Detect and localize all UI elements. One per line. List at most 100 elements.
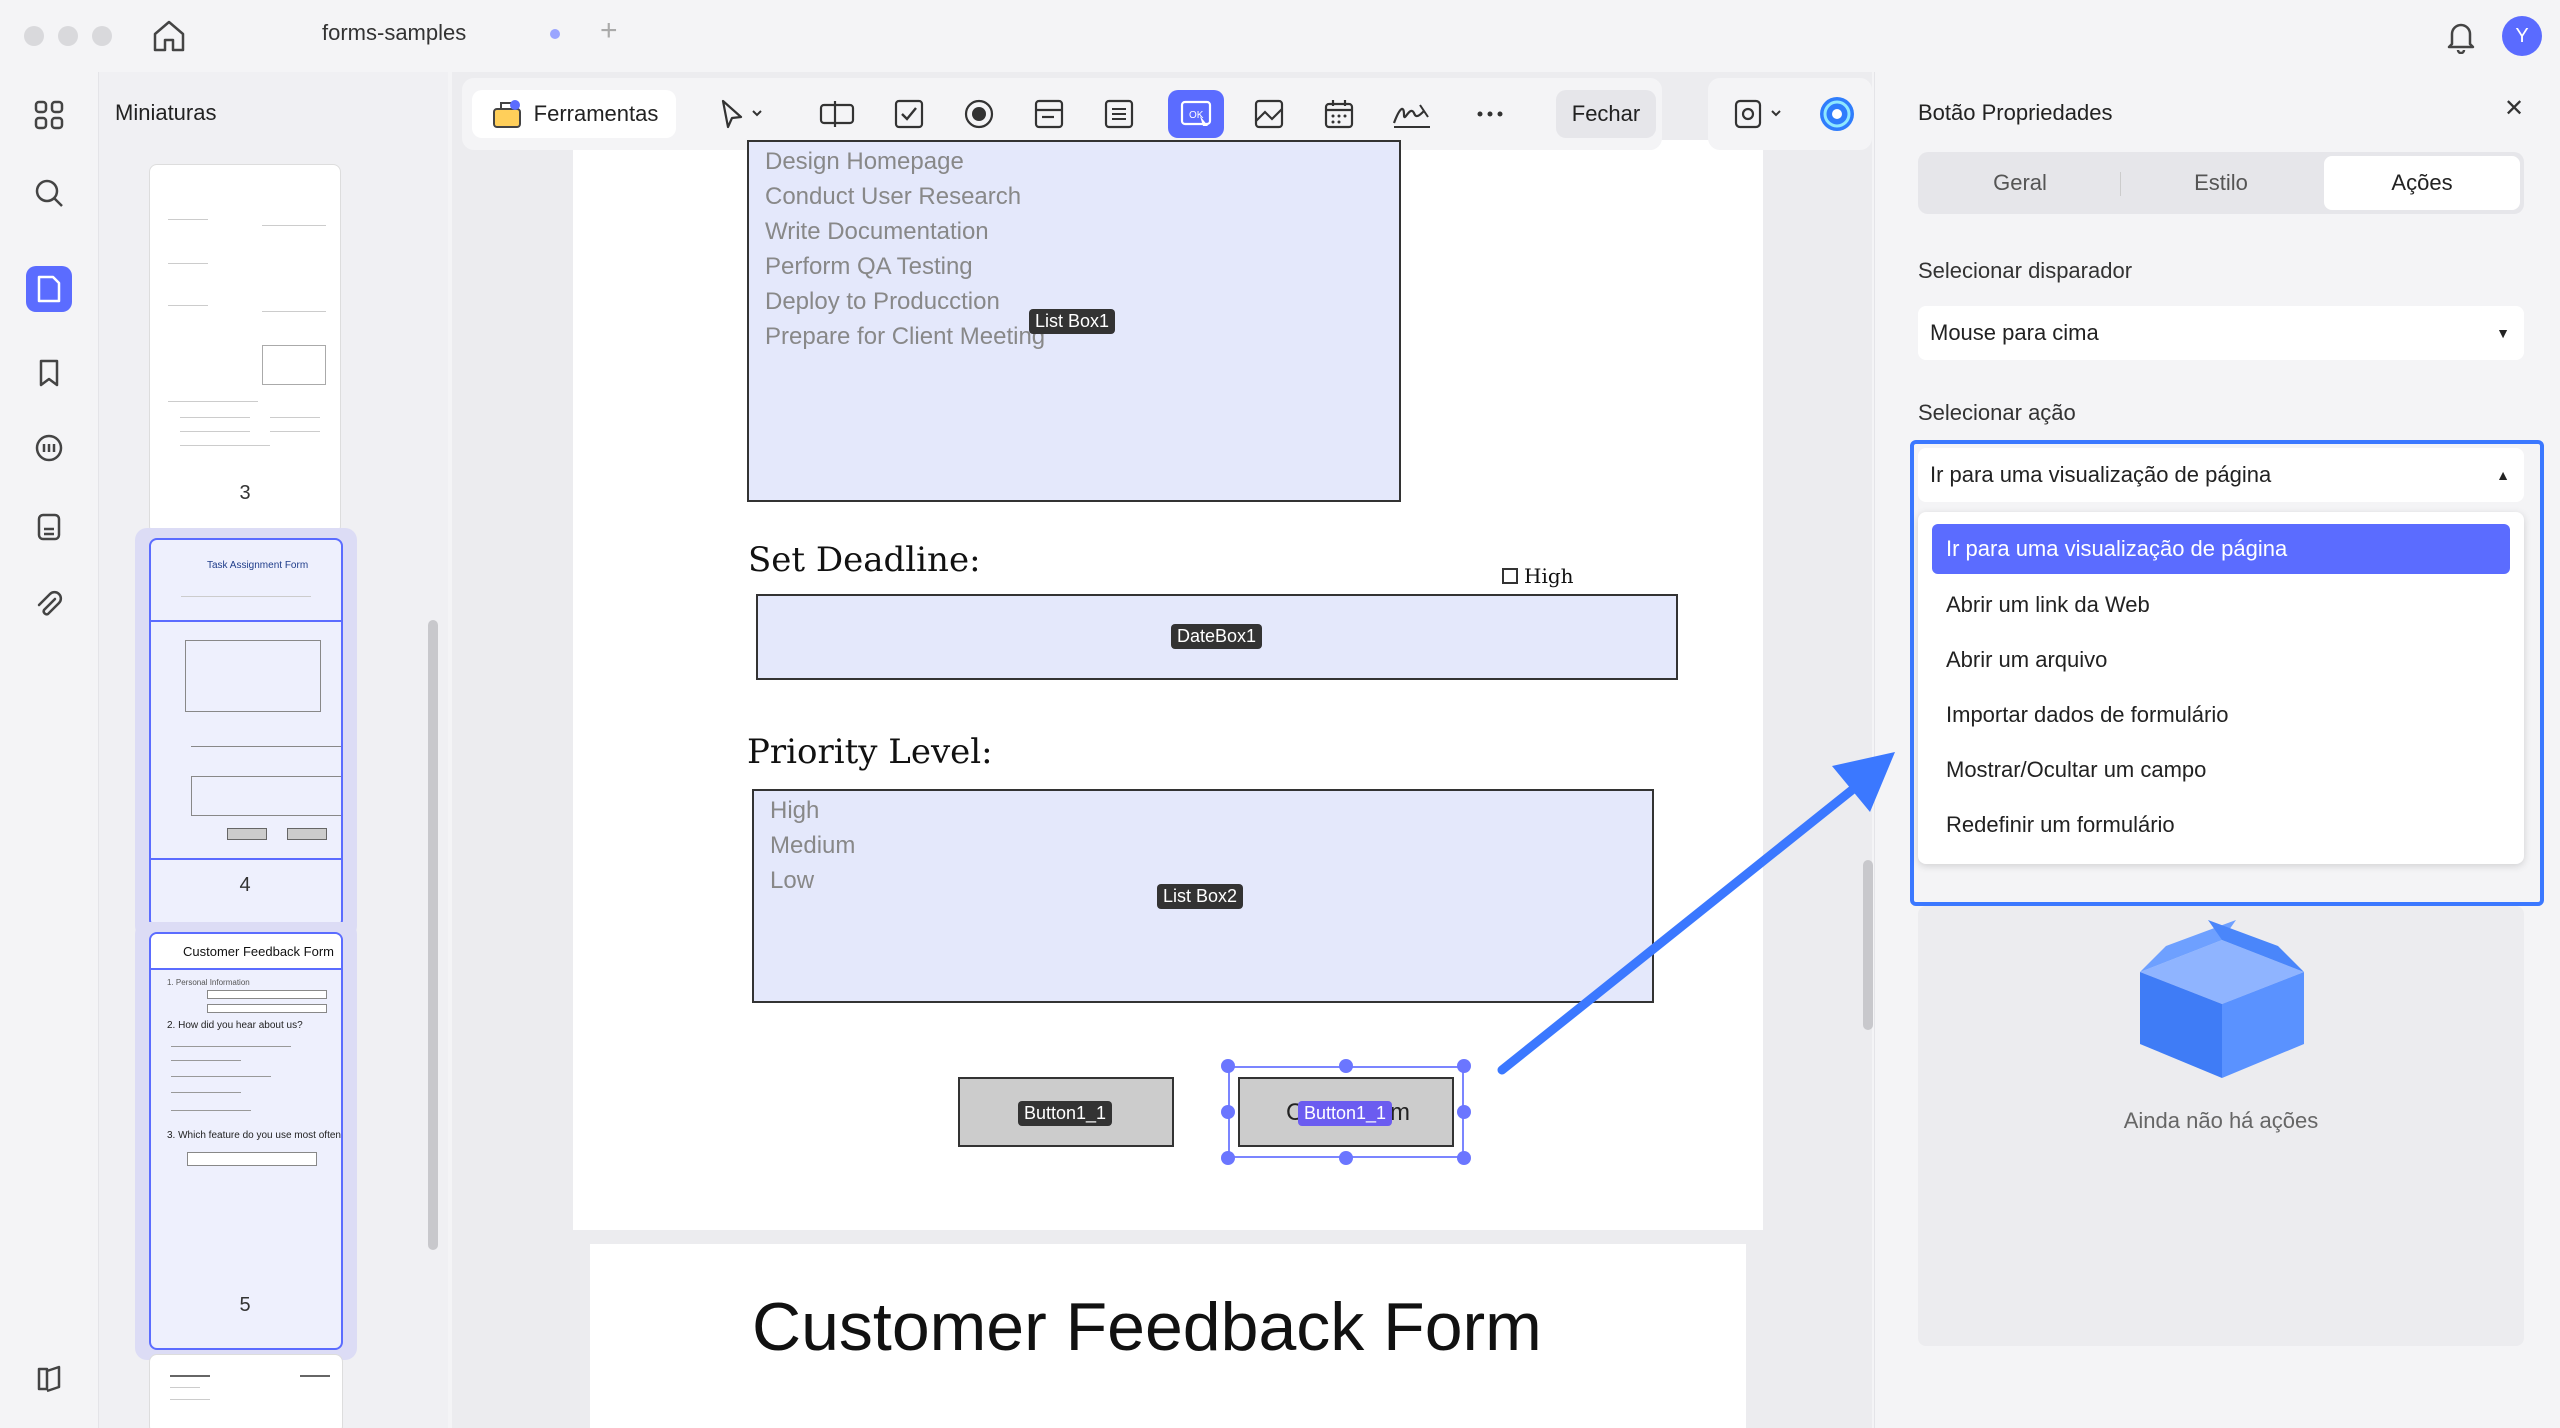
- action-option[interactable]: Mostrar/Ocultar um campo: [1932, 745, 2510, 795]
- image-icon: [1254, 99, 1284, 129]
- bookmark-icon[interactable]: [26, 350, 72, 396]
- button-tool-button[interactable]: OK: [1168, 90, 1224, 138]
- pages-icon[interactable]: [26, 266, 72, 312]
- signature-tool-button[interactable]: [1384, 90, 1440, 138]
- list-item[interactable]: Deploy to Producction: [765, 284, 1045, 319]
- form-settings-button[interactable]: [1720, 90, 1800, 138]
- action-option[interactable]: Redefinir um formulário: [1932, 800, 2510, 850]
- resize-handle[interactable]: [1339, 1059, 1353, 1073]
- list-item[interactable]: Write Documentation: [765, 214, 1045, 249]
- resize-handle[interactable]: [1339, 1151, 1353, 1165]
- close-icon[interactable]: ✕: [2504, 94, 2524, 123]
- action-option[interactable]: Abrir um arquivo: [1932, 635, 2510, 685]
- toolbox-icon: [492, 100, 521, 128]
- radio-tool-button[interactable]: [954, 90, 1004, 138]
- date-field-tool-button[interactable]: [1314, 90, 1364, 138]
- trigger-label: Selecionar disparador: [1918, 258, 2133, 283]
- resize-handle[interactable]: [1221, 1105, 1235, 1119]
- image-field-tool-button[interactable]: [1244, 90, 1294, 138]
- canvas-scrollbar[interactable]: [1863, 860, 1873, 1030]
- thumbnail-page-6[interactable]: [149, 1354, 343, 1428]
- thumbnail-number: 3: [239, 482, 251, 504]
- text-field-tool-button[interactable]: [812, 90, 862, 138]
- thumbnails-title: Miniaturas: [115, 100, 217, 125]
- more-icon: [1477, 111, 1503, 117]
- action-option[interactable]: Abrir um link da Web: [1932, 580, 2510, 630]
- resize-handle[interactable]: [1457, 1151, 1471, 1165]
- action-dropdown-menu: Ir para uma visualização de página Abrir…: [1918, 512, 2524, 864]
- caret-down-icon: ▼: [2496, 325, 2510, 341]
- empty-box-icon: [2140, 920, 2304, 1078]
- comment-icon[interactable]: [26, 426, 72, 472]
- cursor-icon: [721, 99, 762, 129]
- grid-icon[interactable]: [26, 92, 72, 138]
- list-box-tool-button[interactable]: [1094, 90, 1144, 138]
- search-icon[interactable]: [26, 170, 72, 216]
- tools-button[interactable]: Ferramentas: [472, 90, 676, 138]
- more-tools-button[interactable]: [1462, 90, 1518, 138]
- close-window-button[interactable]: [24, 26, 44, 46]
- list-item[interactable]: Low: [770, 863, 855, 898]
- left-rail: [0, 72, 98, 1428]
- home-icon[interactable]: [150, 18, 188, 54]
- resize-handle[interactable]: [1457, 1105, 1471, 1119]
- list-item[interactable]: Conduct User Research: [765, 179, 1045, 214]
- list-item[interactable]: Prepare for Client Meeting: [765, 319, 1045, 354]
- thumbnails-panel: Miniaturas 3 Task Assignment Form 4 Cust…: [98, 72, 448, 1428]
- set-deadline-heading: Set Deadline:: [748, 540, 981, 580]
- field-name-tag: List Box2: [1157, 884, 1244, 909]
- bell-icon[interactable]: [2444, 18, 2478, 54]
- action-option[interactable]: Importar dados de formulário: [1932, 690, 2510, 740]
- empty-actions-text: Ainda não há ações: [2123, 1108, 2319, 1133]
- resize-handle[interactable]: [1221, 1151, 1235, 1165]
- list-box-icon: [1104, 99, 1134, 129]
- title-bar: forms-samples + Y: [0, 0, 2560, 72]
- combo-box-tool-button[interactable]: [1024, 90, 1074, 138]
- checkbox-square[interactable]: [1502, 568, 1518, 584]
- minimize-window-button[interactable]: [58, 26, 78, 46]
- tab-actions[interactable]: Ações: [2324, 156, 2520, 210]
- combo-box-icon: [1034, 99, 1064, 129]
- list-item[interactable]: High: [770, 793, 855, 828]
- ai-assistant-button[interactable]: [1812, 90, 1862, 138]
- checkbox-tool-button[interactable]: [884, 90, 934, 138]
- trigger-value: Mouse para cima: [1930, 320, 2099, 345]
- field-name-tag: List Box1: [1029, 309, 1116, 334]
- tab-general[interactable]: Geral: [1922, 156, 2118, 210]
- zoom-window-button[interactable]: [92, 26, 112, 46]
- field-name-tag: Button1_1: [1018, 1101, 1113, 1126]
- form-settings-icon: [1734, 99, 1781, 129]
- resize-handle[interactable]: [1457, 1059, 1471, 1073]
- checkbox-icon: [894, 99, 924, 129]
- resize-handle[interactable]: [1221, 1059, 1235, 1073]
- document-tab[interactable]: forms-samples: [322, 20, 466, 46]
- action-label: Selecionar ação: [1918, 400, 2076, 425]
- thumbnail-page-3[interactable]: [149, 164, 341, 534]
- list-item[interactable]: Design Homepage: [765, 144, 1045, 179]
- calendar-icon: [1324, 100, 1354, 129]
- secondary-toolbar: [1708, 78, 1872, 150]
- avatar[interactable]: Y: [2502, 16, 2542, 56]
- close-form-edit-button[interactable]: Fechar: [1556, 90, 1656, 138]
- text-field-icon: [819, 101, 855, 127]
- signature-icon: [1392, 104, 1430, 128]
- action-option[interactable]: Ir para uma visualização de página: [1932, 524, 2510, 574]
- list-item[interactable]: Perform QA Testing: [765, 249, 1045, 284]
- thumbnail-page-5[interactable]: Customer Feedback Form 1. Personal Infor…: [149, 932, 343, 1350]
- selection-frame[interactable]: [1228, 1066, 1464, 1158]
- thumbnail-page-4[interactable]: Task Assignment Form: [149, 538, 343, 928]
- property-tabs: Geral Estilo Ações: [1918, 152, 2524, 214]
- trigger-select[interactable]: Mouse para cima ▼: [1918, 306, 2524, 360]
- high-checkbox[interactable]: High: [1502, 564, 1574, 588]
- new-tab-button[interactable]: +: [600, 16, 618, 46]
- attachment-icon[interactable]: [26, 582, 72, 628]
- tab-style[interactable]: Estilo: [2123, 156, 2319, 210]
- priority-level-heading: Priority Level:: [747, 732, 993, 772]
- thumbnails-scrollbar[interactable]: [428, 620, 438, 1250]
- list-item[interactable]: Medium: [770, 828, 855, 863]
- sidebar-toggle-icon[interactable]: [26, 1356, 72, 1402]
- form-fields-icon[interactable]: [26, 504, 72, 550]
- ai-assistant-icon: [1820, 97, 1854, 131]
- select-tool-button[interactable]: [706, 90, 776, 138]
- next-document-page: Customer Feedback Form: [590, 1244, 1746, 1428]
